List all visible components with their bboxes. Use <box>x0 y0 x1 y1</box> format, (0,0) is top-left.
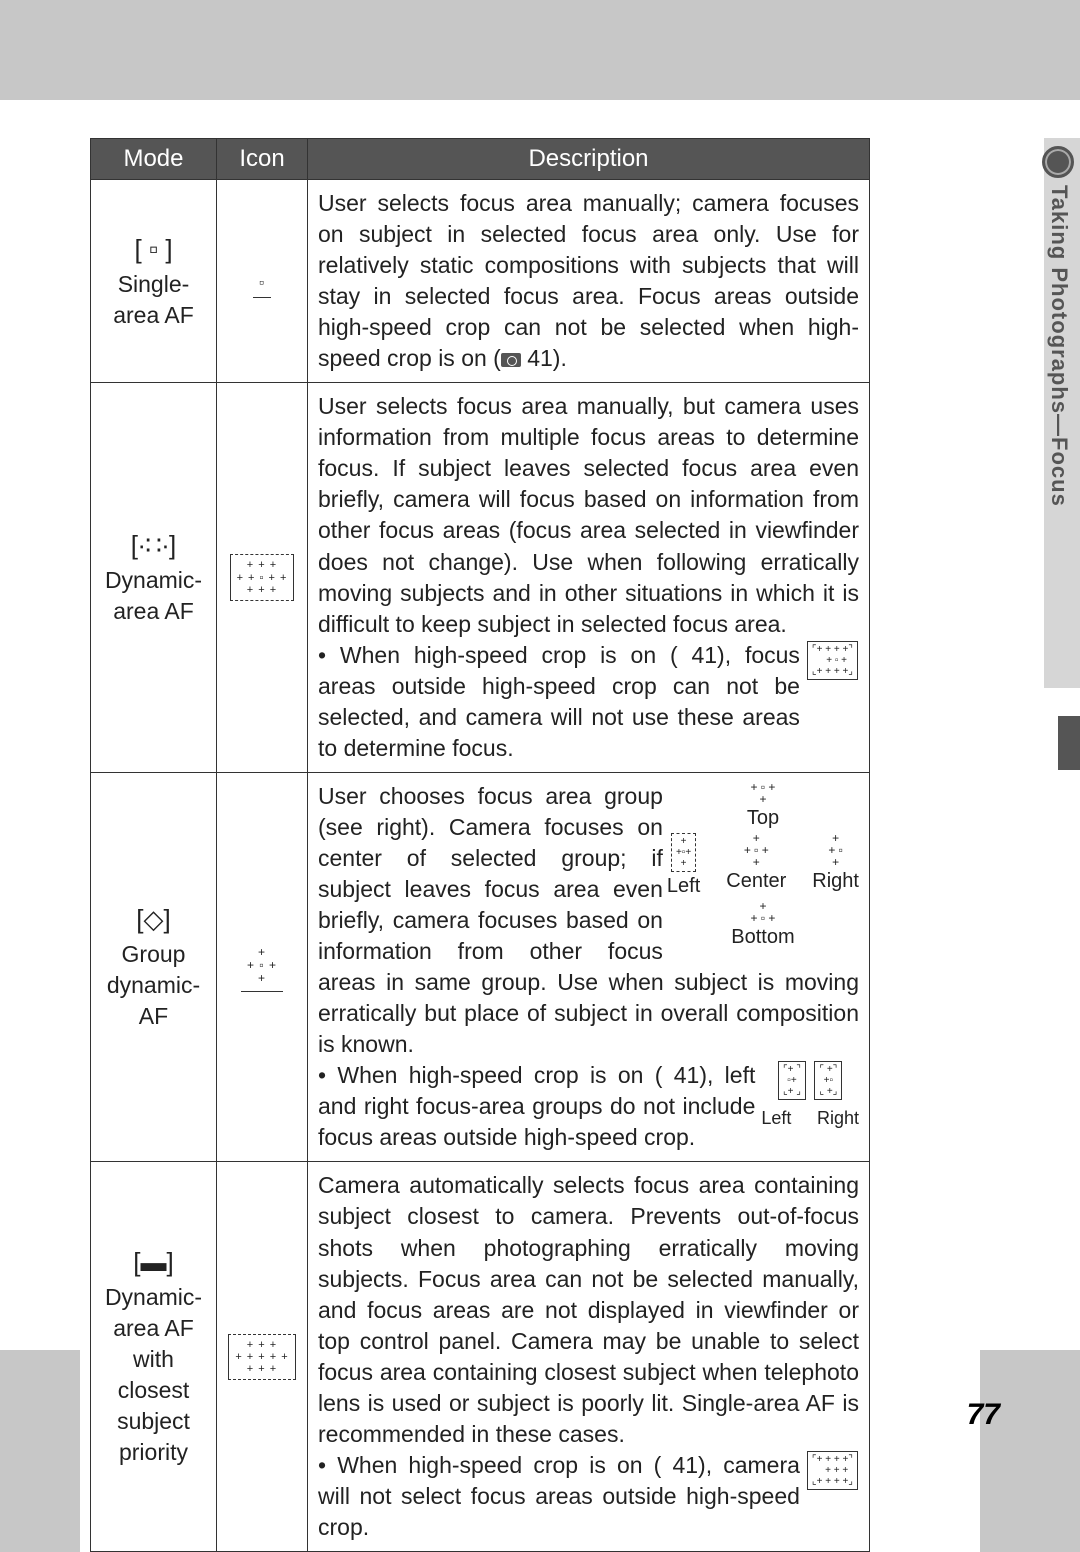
page-content: Mode Icon Description [ ▫ ] Single-area … <box>80 138 980 1552</box>
dynamic-area-af-icon: + + + + + ▫ + + + + + <box>230 554 295 600</box>
desc-cell: User selects focus area manually, but ca… <box>308 383 870 773</box>
focus-area-crop-icon: ⌜+ + + +⌝ + + + ⌞+ + + +⌟ <box>807 1451 858 1490</box>
mode-label: Group dynamic-AF <box>107 941 200 1029</box>
mode-label: Single-area AF <box>113 271 194 328</box>
camera-icon <box>501 353 521 367</box>
group-dynamic-af-icon: + + ▫ + + <box>241 942 283 993</box>
col-header-mode: Mode <box>91 139 217 180</box>
side-section-label: Taking Photographs—Focus <box>1046 185 1072 507</box>
table-row: [◇] Group dynamic-AF + + ▫ + + + ▫ ++Top… <box>91 772 870 1162</box>
thumb-index-tab <box>1058 716 1080 770</box>
focus-area-crop-icon: ⌜+ + + +⌝ + ▫ + ⌞+ + + +⌟ <box>807 641 858 680</box>
icon-cell: + + + + + ▫ + + + + + <box>217 383 308 773</box>
table-row: [∙∷∙] Dynamic-area AF + + + + + ▫ + + + … <box>91 383 870 773</box>
table-row: [▬] Dynamic-area AF with closest subject… <box>91 1162 870 1552</box>
group-dynamic-af-glyph: [◇] <box>101 902 206 937</box>
mode-cell-closest-subject: [▬] Dynamic-area AF with closest subject… <box>91 1162 217 1552</box>
icon-cell: + + + + + + + + + + + <box>217 1162 308 1552</box>
desc-cell: User selects focus area manually; camera… <box>308 180 870 383</box>
af-mode-table: Mode Icon Description [ ▫ ] Single-area … <box>90 138 870 1552</box>
desc-cell: + ▫ ++Top ++▫++Left ++ ▫ ++Center ++ ▫+R… <box>308 772 870 1162</box>
mode-cell-single-area: [ ▫ ] Single-area AF <box>91 180 217 383</box>
closest-subject-af-glyph: [▬] <box>101 1245 206 1280</box>
mode-cell-group-dynamic: [◇] Group dynamic-AF <box>91 772 217 1162</box>
camera-dial-icon <box>1042 146 1074 178</box>
bullet-text: • When high-speed crop is on ( 41), came… <box>318 1450 800 1543</box>
desc-text: Camera automatically selects focus area … <box>318 1170 859 1449</box>
desc-text: User selects focus area manually, but ca… <box>318 391 859 639</box>
desc-cell: Camera automatically selects focus area … <box>308 1162 870 1552</box>
desc-ref: 41). <box>521 345 567 371</box>
col-header-description: Description <box>308 139 870 180</box>
page-number: 77 <box>967 1398 1000 1432</box>
single-area-af-icon: ▫ <box>253 271 271 297</box>
bullet-text: • When high-speed crop is on ( 41), left… <box>318 1060 755 1153</box>
bullet-text: • When high-speed crop is on ( 41), focu… <box>318 640 800 764</box>
left-group-crop-icon: ⌜+ ⌝▫+⌞+ ⌟ <box>778 1061 806 1100</box>
col-header-icon: Icon <box>217 139 308 180</box>
closest-subject-af-icon: + + + + + + + + + + + <box>228 1334 295 1380</box>
icon-cell: + + ▫ + + <box>217 772 308 1162</box>
mode-label: Dynamic-area AF with closest subject pri… <box>105 1284 202 1465</box>
icon-cell: ▫ <box>217 180 308 383</box>
mode-label: Dynamic-area AF <box>105 567 202 624</box>
desc-text: User selects focus area manually; camera… <box>318 190 859 371</box>
single-area-af-glyph: [ ▫ ] <box>101 232 206 267</box>
mode-cell-dynamic-area: [∙∷∙] Dynamic-area AF <box>91 383 217 773</box>
right-group-crop-icon: ⌜ +⌝+▫⌞ +⌟ <box>814 1061 842 1100</box>
focus-group-diagram: + ▫ ++Top ++▫++Left ++ ▫ ++Center ++ ▫+R… <box>667 781 859 951</box>
dynamic-area-af-glyph: [∙∷∙] <box>101 528 206 563</box>
table-row: [ ▫ ] Single-area AF ▫ User selects focu… <box>91 180 870 383</box>
